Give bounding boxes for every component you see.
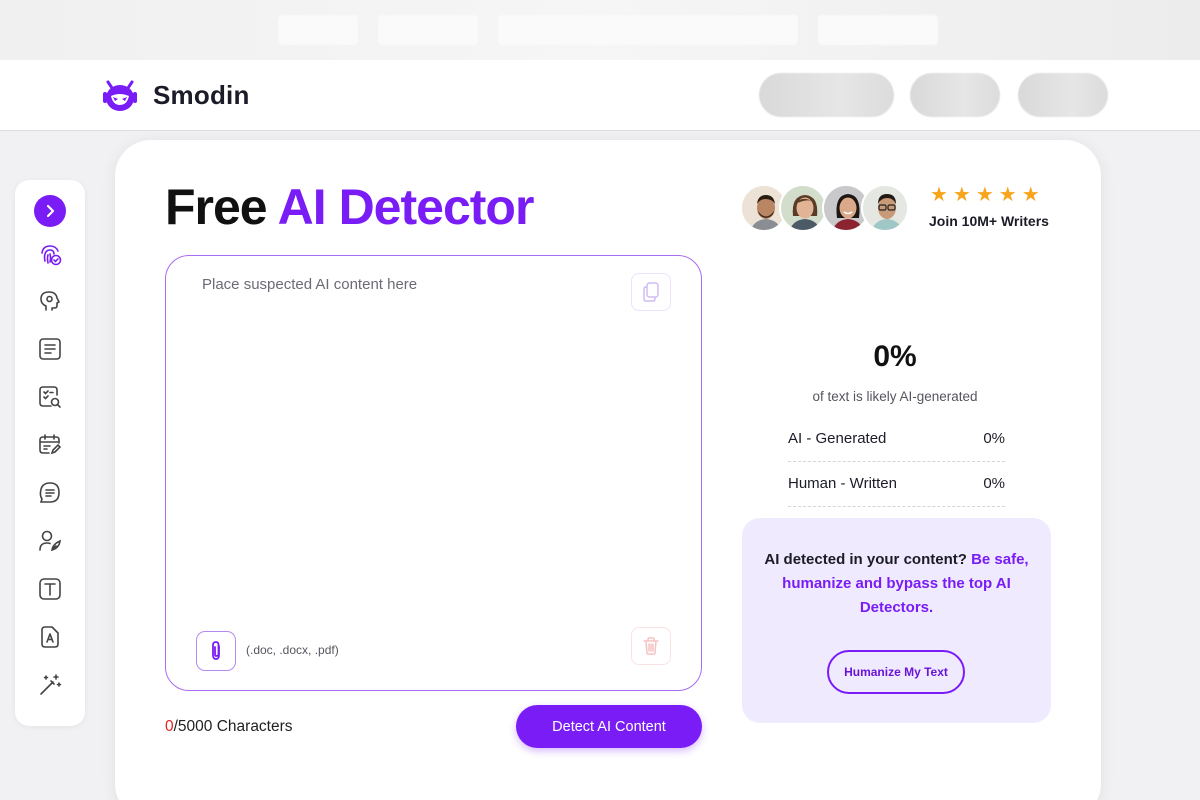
rating-stars: ★★★★★ [930, 184, 1045, 206]
accepted-formats: (.doc, .docx, .pdf) [246, 643, 339, 657]
result-row-human-written: Human - Written 0% [788, 462, 1005, 507]
result-value: 0% [983, 475, 1005, 492]
result-label: AI - Generated [788, 430, 887, 447]
text-box-icon[interactable] [33, 572, 67, 606]
humanize-my-text-button[interactable]: Humanize My Text [827, 650, 965, 694]
detect-ai-content-button[interactable]: Detect AI Content [516, 705, 702, 748]
title-accent: AI Detector [277, 179, 535, 235]
blurred-placeholder [278, 15, 358, 45]
document-lines-icon[interactable] [33, 332, 67, 366]
blurred-placeholder [818, 15, 938, 45]
tools-sidebar [15, 180, 85, 726]
join-writers-label: Join 10M+ Writers [929, 213, 1049, 229]
ai-detector-card: Free AI Detector ★★★★★ Join 10M+ Writers… [115, 140, 1101, 800]
magic-wand-icon[interactable] [33, 668, 67, 702]
character-limit: /5000 Characters [173, 718, 293, 735]
blurred-placeholder [378, 15, 478, 45]
writer-avatars [740, 184, 910, 232]
smodin-logo-icon[interactable] [99, 76, 141, 114]
chevron-right-icon[interactable] [34, 195, 66, 227]
document-a-icon[interactable] [33, 620, 67, 654]
trash-icon[interactable] [631, 627, 671, 665]
character-count: 0 [165, 718, 174, 735]
title-plain: Free [165, 179, 268, 235]
ai-percentage: 0% [873, 340, 917, 373]
calendar-edit-icon[interactable] [33, 428, 67, 462]
user-feather-icon[interactable] [33, 524, 67, 558]
promo-lead: AI detected in your content? [764, 551, 967, 568]
result-value: 0% [983, 430, 1005, 447]
chat-lines-icon[interactable] [33, 476, 67, 510]
textarea-placeholder: Place suspected AI content here [202, 276, 418, 293]
top-blurred-bar [0, 0, 1200, 60]
content-textarea[interactable]: Place suspected AI content here (.doc, .… [165, 255, 702, 691]
avatar [779, 184, 827, 232]
page-title: Free AI Detector [165, 178, 535, 236]
ai-percentage-caption: of text is likely AI-generated [812, 389, 978, 404]
result-label: Human - Written [788, 475, 897, 492]
header-button[interactable] [910, 73, 1000, 117]
brand-name[interactable]: Smodin [153, 80, 250, 111]
avatar [861, 184, 909, 232]
promo-message: AI detected in your content? Be safe, hu… [762, 548, 1031, 620]
attach-file-icon[interactable] [196, 631, 236, 671]
result-row-ai-generated: AI - Generated 0% [788, 417, 1005, 462]
character-counter: 0/5000 Characters [165, 718, 293, 736]
fingerprint-check-icon[interactable] [33, 238, 67, 272]
header-button[interactable] [1018, 73, 1108, 117]
document-search-icon[interactable] [33, 380, 67, 414]
humanize-promo-panel: AI detected in your content? Be safe, hu… [742, 518, 1051, 723]
paste-icon[interactable] [631, 273, 671, 311]
header-button[interactable] [759, 73, 894, 117]
site-header: Smodin [0, 60, 1200, 131]
blurred-placeholder [498, 15, 798, 45]
head-brain-icon[interactable] [33, 284, 67, 318]
